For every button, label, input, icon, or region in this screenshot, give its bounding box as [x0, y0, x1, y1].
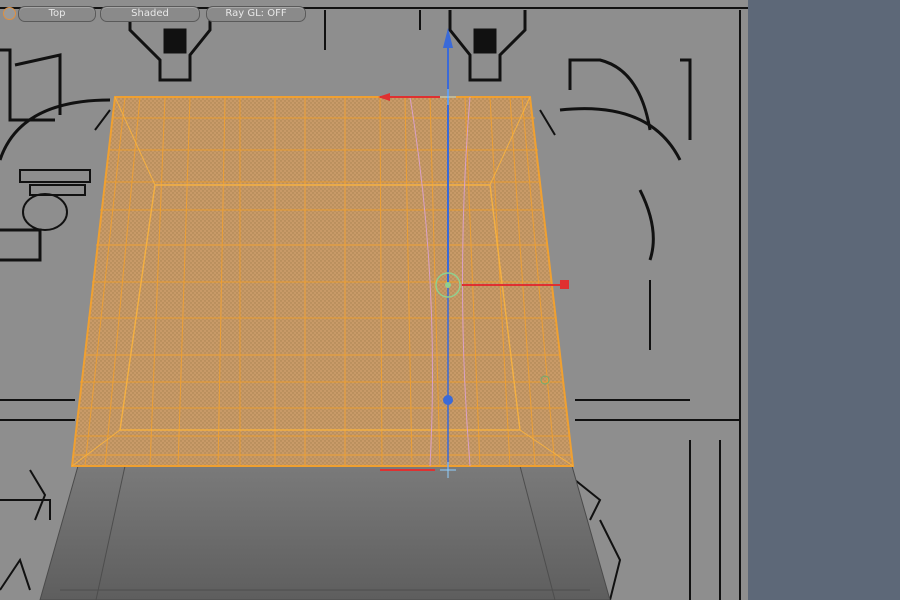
viewport-menu-icon[interactable]	[3, 7, 16, 20]
viewport-scene[interactable]	[0, 0, 748, 600]
shading-mode-button[interactable]: Shaded	[100, 6, 200, 22]
view-selector-button[interactable]: Top	[18, 6, 96, 22]
raygl-toggle-button[interactable]: Ray GL: OFF	[206, 6, 306, 22]
selected-mesh[interactable]	[70, 96, 575, 467]
viewport-header: Top Shaded Ray GL: OFF	[0, 0, 748, 22]
lower-body-mesh[interactable]	[39, 465, 611, 600]
side-panel	[748, 0, 900, 600]
3d-viewport[interactable]: Top Shaded Ray GL: OFF	[0, 0, 748, 600]
